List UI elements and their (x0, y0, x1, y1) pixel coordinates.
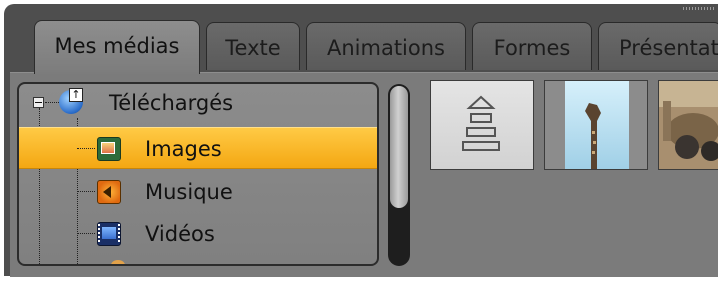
resize-grip[interactable] (683, 7, 715, 10)
globe-upload-icon: ↑ (59, 88, 83, 114)
media-tree: ↑ Téléchargés Images Musique Vidéos (17, 82, 379, 266)
animal-photo (659, 81, 718, 169)
tab-animations[interactable]: Animations (306, 22, 466, 70)
tree-item-label: Musique (145, 180, 233, 204)
tree-item-videos[interactable]: Vidéos (19, 213, 377, 255)
giraffe-photo (565, 81, 629, 169)
giraffe-thumbnail[interactable] (544, 80, 648, 170)
tree-line (45, 102, 59, 103)
tree-item-label: Téléchargés (109, 91, 234, 115)
tab-formes[interactable]: Formes (472, 22, 592, 70)
film-icon (97, 222, 121, 246)
tree-line (77, 233, 95, 234)
upload-placeholder-thumbnail[interactable] (430, 80, 534, 170)
tree-item-images[interactable]: Images (19, 127, 377, 169)
tree-item-label: Vidéos (145, 222, 215, 246)
tree-line (77, 191, 95, 192)
collapse-icon[interactable] (33, 97, 44, 108)
speaker-icon (97, 180, 121, 204)
tab-texte[interactable]: Texte (206, 22, 300, 70)
tree-line (77, 148, 95, 149)
tab-presentation[interactable]: Présentati (598, 22, 718, 70)
tree-item-musique[interactable]: Musique (19, 171, 377, 213)
folder-icon (111, 260, 125, 264)
tab-mes-medias[interactable]: Mes médias (34, 20, 200, 74)
tree-item-telecharges[interactable]: ↑ Téléchargés (19, 84, 377, 124)
scrollbar-thumb[interactable] (390, 86, 408, 208)
image-icon (97, 137, 121, 161)
animal-thumbnail[interactable] (658, 80, 718, 170)
tree-item-label: Images (145, 137, 222, 161)
upload-placeholder-icon (462, 95, 500, 151)
